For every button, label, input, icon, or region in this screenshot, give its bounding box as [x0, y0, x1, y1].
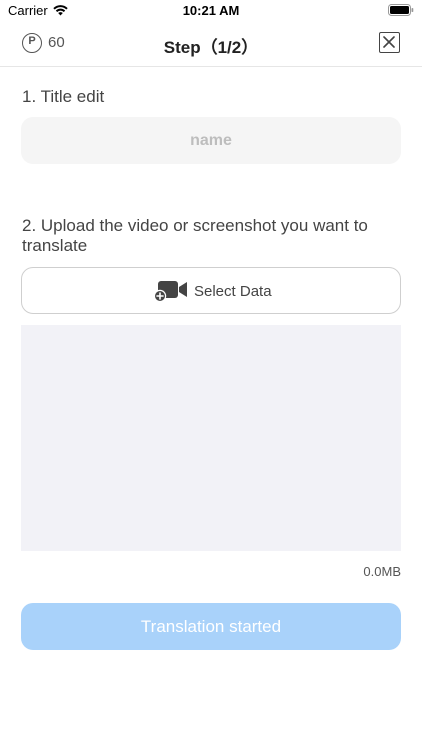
media-preview-area	[21, 325, 401, 551]
translation-start-button[interactable]: Translation started	[21, 603, 401, 650]
page-title: Step（1/2）	[163, 38, 259, 57]
nav-bar: P 60 Step（1/2）	[0, 24, 422, 67]
video-add-icon	[153, 281, 187, 303]
step1-label: 1. Title edit	[22, 87, 105, 106]
select-data-label: Select Data	[194, 283, 272, 300]
file-size-label: 0.0MB	[363, 564, 401, 579]
status-bar: Carrier 10:21 AM	[0, 0, 422, 24]
battery-icon	[388, 4, 414, 16]
select-data-button[interactable]: Select Data	[21, 267, 401, 314]
close-icon	[383, 36, 395, 48]
status-time: 10:21 AM	[182, 3, 240, 18]
name-input[interactable]	[21, 117, 401, 164]
step2-label: 2. Upload the video or screenshot you wa…	[22, 216, 368, 255]
close-button[interactable]	[379, 32, 400, 53]
